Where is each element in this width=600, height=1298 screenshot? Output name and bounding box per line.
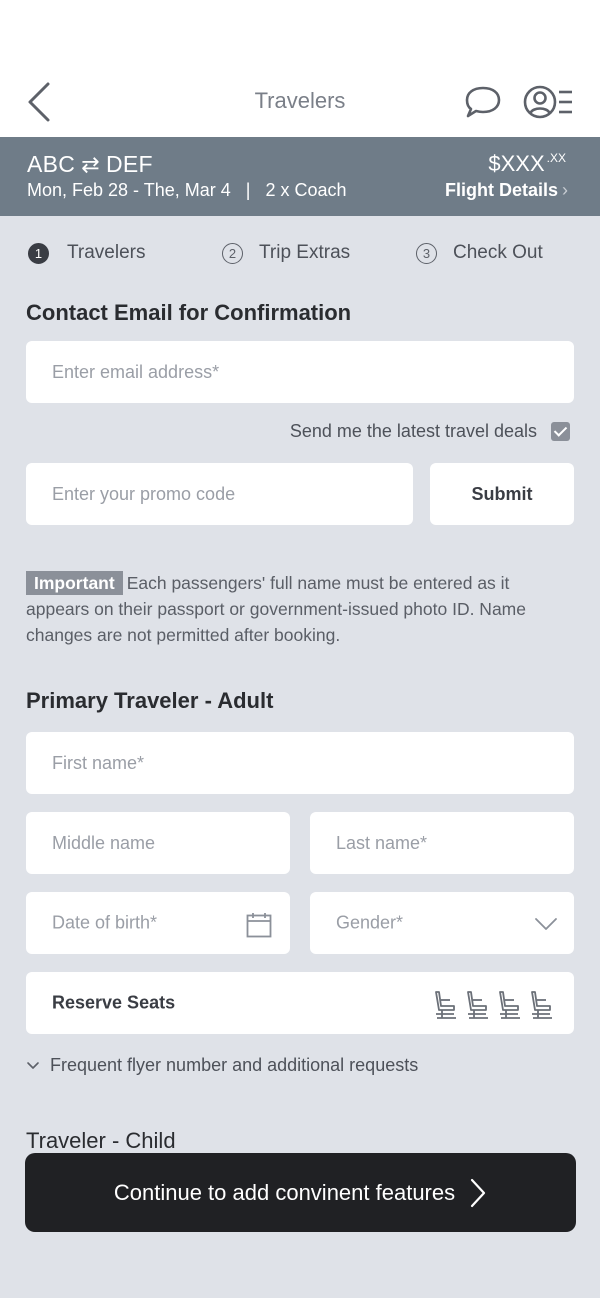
chevron-down-icon: [535, 918, 557, 930]
calendar-icon[interactable]: [246, 912, 272, 938]
travel-deals-label: Send me the latest travel deals: [289, 421, 537, 441]
middle-name-field[interactable]: [26, 812, 290, 874]
step-label: Travelers: [67, 242, 146, 263]
chevron-right-icon: [471, 1178, 486, 1207]
swap-arrows-icon: ⇄: [81, 152, 100, 177]
flight-details-link[interactable]: Flight Details ›: [445, 180, 568, 201]
route: ABC ⇄ DEF: [27, 151, 153, 178]
checkout-steps: 1 Travelers 2 Trip Extras 3 Check Out: [0, 242, 600, 270]
important-badge: Important: [26, 571, 123, 595]
app-header: Travelers: [0, 0, 600, 137]
destination-code: DEF: [105, 151, 153, 177]
reserve-seats-label: Reserve Seats: [52, 992, 176, 1013]
primary-traveler-title: Primary Traveler - Adult: [26, 688, 274, 713]
gender-select[interactable]: Gender*: [310, 892, 574, 954]
date-of-birth-placeholder: Date of birth*: [52, 912, 158, 933]
continue-button[interactable]: Continue to add convinent features: [25, 1153, 576, 1232]
child-traveler-title: Traveler - Child: [26, 1128, 176, 1153]
frequent-flyer-label: Frequent flyer number and additional req…: [50, 1055, 419, 1075]
step-label: Check Out: [453, 242, 543, 263]
step-number: 3: [416, 242, 437, 264]
gender-placeholder: Gender*: [336, 912, 404, 933]
seat-icon[interactable]: [432, 990, 458, 1020]
seat-icon[interactable]: [496, 990, 522, 1020]
name-notice: Important Each passengers' full name must…: [26, 570, 574, 648]
step-travelers[interactable]: 1 Travelers: [28, 242, 145, 264]
frequent-flyer-toggle[interactable]: Frequent flyer number and additional req…: [26, 1055, 418, 1076]
step-label: Trip Extras: [259, 242, 351, 263]
contact-section-title: Contact Email for Confirmation: [26, 300, 352, 325]
chat-bubble-icon[interactable]: [463, 84, 503, 120]
chevron-down-icon: [27, 1061, 39, 1069]
step-check-out[interactable]: 3 Check Out: [416, 242, 543, 264]
flight-summary-bar: ABC ⇄ DEF Mon, Feb 28 - The, Mar 4 | 2 x C…: [0, 137, 600, 216]
continue-button-label: Continue to add convinent features: [113, 1179, 456, 1205]
date-of-birth-field[interactable]: Date of birth*: [26, 892, 290, 954]
chevron-right-icon: ›: [562, 180, 568, 200]
step-number: 1: [28, 242, 49, 264]
total-price: $XXX .XX: [488, 151, 566, 177]
seat-icon[interactable]: [528, 990, 554, 1020]
origin-code: ABC: [27, 151, 76, 177]
travel-deals-checkbox[interactable]: [551, 422, 570, 441]
email-field[interactable]: [26, 341, 574, 403]
promo-code-field[interactable]: [26, 463, 413, 525]
trip-dates: Mon, Feb 28 - The, Mar 4 | 2 x Coach: [27, 180, 347, 200]
seat-icon[interactable]: [464, 990, 490, 1020]
step-number: 2: [222, 242, 243, 264]
last-name-field[interactable]: [310, 812, 574, 874]
flight-details-label: Flight Details: [444, 180, 558, 200]
profile-menu-icon[interactable]: [522, 82, 574, 122]
price-amount: $XXX: [488, 151, 545, 176]
first-name-field[interactable]: [26, 732, 574, 794]
promo-submit-button[interactable]: Submit: [430, 463, 574, 525]
page-title: Travelers: [254, 88, 346, 113]
price-cents: .XX: [546, 151, 566, 165]
reserve-seats-row[interactable]: Reserve Seats: [26, 972, 574, 1034]
step-trip-extras[interactable]: 2 Trip Extras: [222, 242, 350, 264]
travel-deals-option: Send me the latest travel deals: [290, 421, 570, 442]
